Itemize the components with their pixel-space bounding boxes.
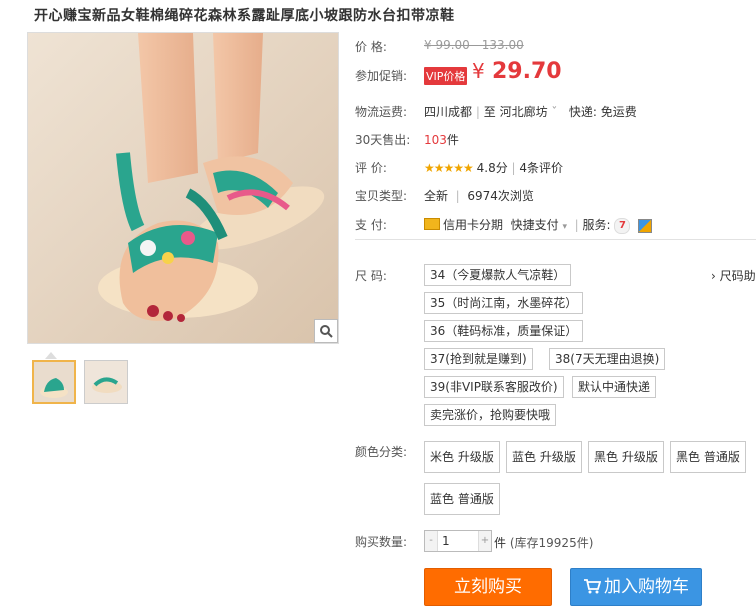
sales-unit: 件 xyxy=(446,133,459,147)
chevron-down-icon: ˇ xyxy=(551,105,558,119)
rating-stars-icon: ★★★★★ xyxy=(424,161,474,175)
thumbnail-pointer xyxy=(45,352,57,359)
credit-card-icon xyxy=(424,218,440,230)
price-label: 价 格: xyxy=(355,40,387,54)
quick-pay-link[interactable]: 快捷支付 xyxy=(511,218,559,232)
color-option-black-upgrade[interactable]: 黑色 升级版 xyxy=(588,441,664,473)
quantity-stepper[interactable]: - 1 + xyxy=(424,530,492,552)
buy-now-button[interactable]: 立刻购买 xyxy=(424,568,552,606)
guarantee-icon[interactable] xyxy=(638,218,653,233)
product-title: 开心赚宝新品女鞋棉绳碎花森林系露趾厚底小坡跟防水台扣带凉鞋 xyxy=(34,8,455,24)
thumbnail-2[interactable] xyxy=(84,360,128,404)
promo-label: 参加促销: xyxy=(355,69,408,83)
color-option-blue-upgrade[interactable]: 蓝色 升级版 xyxy=(506,441,582,473)
color-label: 颜色分类: xyxy=(355,445,408,459)
size-option-35[interactable]: 35（时尚江南，水墨碎花） xyxy=(424,292,584,314)
add-to-cart-button[interactable]: 加入购物车 xyxy=(570,568,702,606)
size-option-39[interactable]: 39(非VIP联系客服改价) xyxy=(424,376,564,398)
quantity-input[interactable]: 1 xyxy=(437,531,479,551)
original-price: ¥ 99.00 - 133.00 xyxy=(424,38,524,52)
stock-info: (库存19925件) xyxy=(509,536,594,550)
size-chart-link[interactable]: › 尺码助 xyxy=(711,267,756,284)
rating-label: 评 价: xyxy=(355,161,387,175)
sandal-photo xyxy=(28,33,338,343)
sales-label: 30天售出: xyxy=(355,133,411,147)
rating-score: 4.8分 xyxy=(476,161,508,175)
ship-to-prefix: 至 xyxy=(483,105,496,119)
size-option-34[interactable]: 34（今夏爆款人气凉鞋） xyxy=(424,264,572,286)
product-main-image[interactable] xyxy=(27,32,339,344)
increment-button[interactable]: + xyxy=(479,531,491,551)
review-count-link[interactable]: 4条评价 xyxy=(519,161,563,175)
separator: | xyxy=(574,218,579,232)
sales-count: 103 xyxy=(424,133,447,147)
divider xyxy=(355,239,756,240)
service-label: 服务: xyxy=(582,218,611,232)
seven-day-return-icon[interactable]: 7 xyxy=(614,217,631,234)
decrement-button[interactable]: - xyxy=(425,531,437,551)
currency-symbol: ¥ xyxy=(472,59,485,83)
cart-icon xyxy=(584,579,602,594)
magnifier-icon xyxy=(320,325,333,338)
size-option-38[interactable]: 38(7天无理由退换) xyxy=(549,348,666,370)
current-price: 29.70 xyxy=(492,59,562,84)
type-label: 宝贝类型: xyxy=(355,189,408,203)
ship-to-select[interactable]: 河北廊坊 ˇ xyxy=(500,105,558,119)
color-option-black-standard[interactable]: 黑色 普通版 xyxy=(670,441,746,473)
vip-price-badge: VIP价格 xyxy=(424,67,468,85)
size-label: 尺 码: xyxy=(355,269,387,283)
separator: | xyxy=(475,105,480,119)
quantity-label: 购买数量: xyxy=(355,535,408,549)
separator: | xyxy=(511,161,516,175)
add-to-cart-label: 加入购物车 xyxy=(604,577,689,597)
size-option-default-shipping[interactable]: 默认中通快递 xyxy=(572,376,657,398)
size-option-36[interactable]: 36（鞋码标准，质量保证） xyxy=(424,320,584,342)
view-count: 6974次浏览 xyxy=(467,189,534,203)
payment-label: 支 付: xyxy=(355,218,387,232)
zoom-button[interactable] xyxy=(314,319,338,343)
separator: | xyxy=(455,189,460,203)
ship-from: 四川成都 xyxy=(424,105,473,119)
credit-installment-link[interactable]: 信用卡分期 xyxy=(443,218,503,232)
size-option-price-rise[interactable]: 卖完涨价，抢购要快哦 xyxy=(424,404,557,426)
color-option-blue-standard[interactable]: 蓝色 普通版 xyxy=(424,483,500,515)
shipping-label: 物流运费: xyxy=(355,105,408,119)
item-condition: 全新 xyxy=(424,189,449,203)
color-option-beige-upgrade[interactable]: 米色 升级版 xyxy=(424,441,500,473)
thumbnail-1[interactable] xyxy=(32,360,76,404)
more-dropdown-icon[interactable]: ▾ xyxy=(563,222,568,232)
shipping-fee: 快递: 免运费 xyxy=(568,105,637,119)
size-option-37[interactable]: 37(抢到就是赚到) xyxy=(424,348,533,370)
quantity-unit: 件 xyxy=(494,536,507,550)
